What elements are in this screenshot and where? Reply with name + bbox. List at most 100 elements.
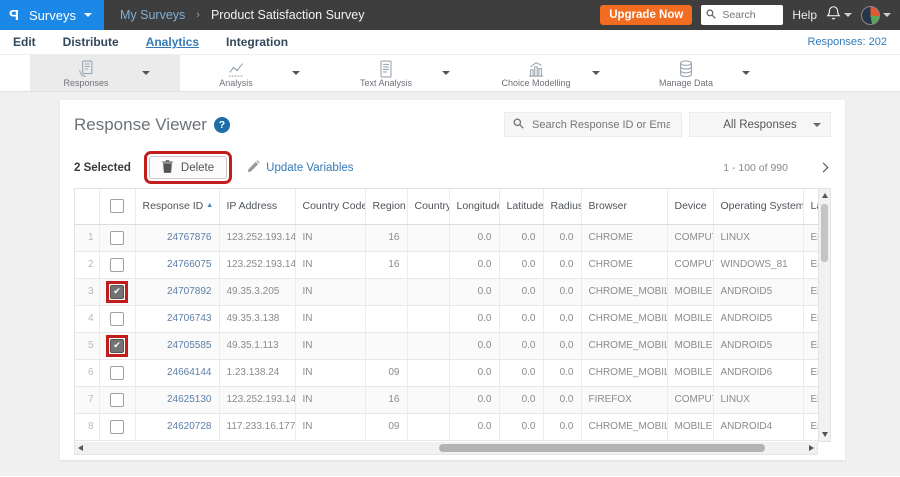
vertical-scrollbar[interactable]: [818, 188, 831, 442]
row-checkbox[interactable]: [110, 419, 124, 434]
account-menu[interactable]: [861, 5, 891, 25]
response-id-link[interactable]: 24707892: [167, 286, 212, 297]
toolbar-item-choice-modelling[interactable]: Choice Modelling: [480, 55, 630, 91]
toolbar-item-responses[interactable]: Responses: [30, 55, 180, 91]
toolbar-item-text-analysis[interactable]: Text Analysis: [330, 55, 480, 91]
response-id-link[interactable]: 24706743: [167, 313, 212, 324]
cell-longitude: 0.0: [449, 413, 500, 441]
col-header-label: Response ID: [142, 200, 204, 213]
col-header-label: Country Code: [302, 200, 365, 213]
cell-radius: 0.0: [543, 332, 582, 360]
response-id-link[interactable]: 24767876: [167, 232, 212, 243]
delete-button-label: Delete: [180, 161, 215, 174]
scroll-up-icon[interactable]: [821, 193, 828, 198]
surveys-menu[interactable]: P Surveys: [0, 0, 104, 30]
response-search[interactable]: [504, 112, 682, 137]
row-number: 8: [75, 413, 100, 441]
table-row: 52470558549.35.1.113IN0.00.00.0CHROME_MO…: [75, 332, 818, 360]
cell-response-id: 24766075: [135, 251, 220, 279]
global-search[interactable]: [701, 5, 784, 25]
bulk-actions-row: 2 Selected Delete Update Variables 1 - 1…: [74, 147, 831, 188]
cell-region: 16: [365, 251, 408, 279]
delete-button[interactable]: Delete: [148, 156, 228, 179]
nav-tab-edit[interactable]: Edit: [13, 35, 36, 49]
vertical-scroll-thumb[interactable]: [821, 204, 828, 262]
update-variables-button[interactable]: Update Variables: [247, 159, 354, 176]
cell-country: [407, 359, 450, 387]
responses-filter-dropdown[interactable]: All Responses: [689, 112, 831, 137]
analysis-icon: [226, 59, 246, 79]
horizontal-scrollbar[interactable]: [74, 442, 818, 455]
chevron-down-icon[interactable]: [442, 71, 450, 75]
pagination: 1 - 100 of 990: [723, 162, 831, 174]
row-checkbox[interactable]: [110, 257, 124, 272]
cell-country-code: IN: [295, 332, 366, 360]
selection-count: 2 Selected: [74, 161, 131, 174]
cell-operating-system: LINUX: [713, 386, 804, 414]
response-id-link[interactable]: 24664144: [167, 367, 212, 378]
cell-latitude: 0.0: [499, 224, 544, 252]
scroll-left-icon[interactable]: [78, 445, 83, 451]
cell-ip-address: 49.35.1.113: [219, 332, 296, 360]
cell-latitude: 0.0: [499, 386, 544, 414]
cell-country-code: IN: [295, 278, 366, 306]
cell-country: [407, 332, 450, 360]
response-id-link[interactable]: 24766075: [167, 259, 212, 270]
cell-device: MOBILE: [667, 359, 714, 387]
chevron-down-icon[interactable]: [292, 71, 300, 75]
row-select-cell: [99, 278, 136, 306]
next-page-button[interactable]: [818, 162, 829, 173]
response-id-link[interactable]: 24620728: [167, 421, 212, 432]
toolbar-item-manage-data[interactable]: Manage Data: [630, 55, 780, 91]
cell-country-code: IN: [295, 251, 366, 279]
scroll-down-icon[interactable]: [821, 432, 828, 437]
cell-radius: 0.0: [543, 278, 582, 306]
cell-longitude: 0.0: [449, 332, 500, 360]
response-id-link[interactable]: 24625130: [167, 394, 212, 405]
col-header-country-code: Country Code: [295, 189, 366, 225]
row-checkbox[interactable]: [110, 230, 124, 245]
cell-region: [365, 332, 408, 360]
chevron-down-icon[interactable]: [592, 71, 600, 75]
toolbar-item-analysis[interactable]: Analysis: [180, 55, 330, 91]
chevron-down-icon[interactable]: [142, 71, 150, 75]
cell-radius: 0.0: [543, 224, 582, 252]
response-id-link[interactable]: 24705585: [167, 340, 212, 351]
cell-latitude: 0.0: [499, 359, 544, 387]
cell-ip-address: 1.23.138.24: [219, 359, 296, 387]
help-badge[interactable]: ?: [213, 116, 230, 133]
scroll-right-icon[interactable]: [809, 445, 814, 451]
cell-language: English: [803, 278, 818, 306]
row-checkbox[interactable]: [110, 284, 124, 299]
breadcrumb-separator-icon: ›: [196, 9, 200, 21]
col-header-response-id: Response ID ▲: [135, 189, 220, 225]
global-search-input[interactable]: [720, 8, 781, 22]
row-checkbox[interactable]: [110, 311, 124, 326]
upgrade-now-button[interactable]: Upgrade Now: [600, 5, 693, 25]
row-checkbox[interactable]: [110, 338, 124, 353]
search-icon: [513, 116, 524, 134]
nav-tab-distribute[interactable]: Distribute: [63, 35, 119, 49]
cell-region: 09: [365, 359, 408, 387]
cell-response-id: 24707892: [135, 278, 220, 306]
help-link[interactable]: Help: [792, 8, 817, 22]
responses-count-link[interactable]: Responses: 202: [808, 36, 888, 48]
horizontal-scroll-thumb[interactable]: [438, 444, 766, 452]
response-search-input[interactable]: [530, 117, 672, 132]
row-checkbox[interactable]: [110, 392, 124, 407]
panel-header: Response Viewer ? All Responses: [74, 102, 831, 147]
cell-operating-system: ANDROID5: [713, 332, 804, 360]
top-navbar: P Surveys My Surveys › Product Satisfact…: [0, 0, 900, 30]
sort-asc-icon[interactable]: ▲: [206, 202, 213, 209]
cell-country: [407, 305, 450, 333]
chevron-down-icon[interactable]: [742, 71, 750, 75]
notifications-menu[interactable]: [826, 5, 852, 26]
breadcrumb-my-surveys[interactable]: My Surveys: [120, 8, 185, 22]
pagination-range: 1 - 100 of 990: [723, 161, 788, 174]
cell-radius: 0.0: [543, 386, 582, 414]
nav-tab-integration[interactable]: Integration: [226, 35, 288, 49]
row-checkbox[interactable]: [110, 365, 124, 380]
nav-tab-analytics[interactable]: Analytics: [146, 35, 199, 49]
cell-response-id: 24706743: [135, 305, 220, 333]
select-all-checkbox[interactable]: [110, 199, 124, 214]
